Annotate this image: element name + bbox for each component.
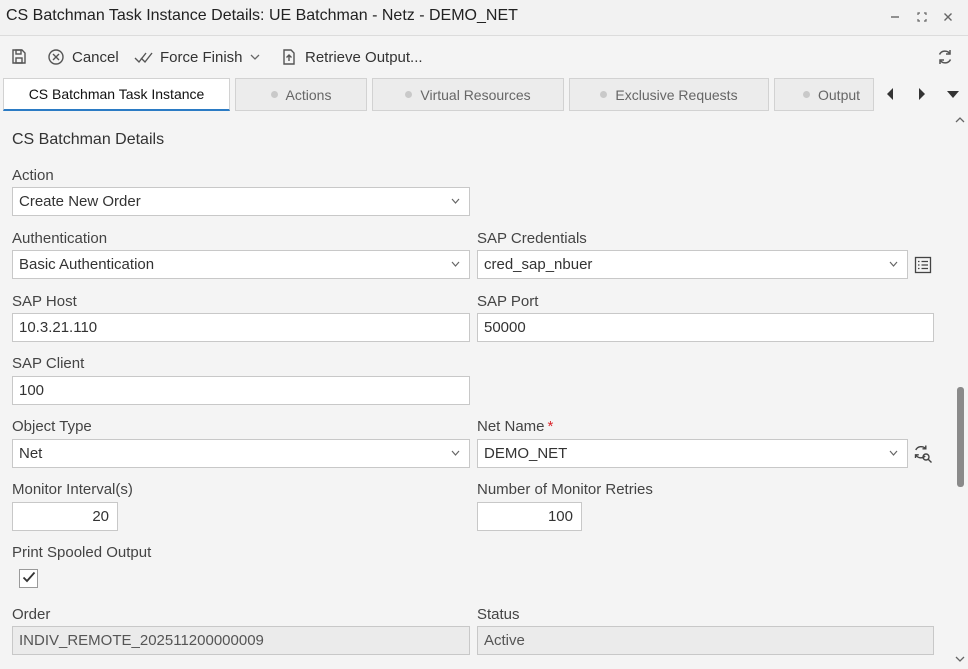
sap-client-value: 100 bbox=[19, 382, 45, 399]
sap-client-label: SAP Client bbox=[12, 355, 85, 372]
refresh-icon bbox=[935, 47, 955, 67]
checkmark-icon bbox=[22, 570, 36, 588]
monitor-interval-input[interactable]: 20 bbox=[12, 502, 118, 531]
monitor-retries-value: 100 bbox=[547, 508, 573, 525]
net-name-value: DEMO_NET bbox=[484, 445, 568, 462]
net-name-select[interactable]: DEMO_NET bbox=[477, 439, 908, 468]
sap-host-value: 10.3.21.110 bbox=[19, 319, 98, 336]
scroll-down-icon[interactable] bbox=[954, 653, 966, 665]
toolbar: Cancel Force Finish Retrieve Output... bbox=[0, 37, 968, 77]
object-type-value: Net bbox=[19, 445, 43, 462]
action-select[interactable]: Create New Order bbox=[12, 187, 470, 216]
monitor-retries-label: Number of Monitor Retries bbox=[477, 481, 653, 498]
net-name-label: Net Name * bbox=[477, 418, 553, 435]
action-value: Create New Order bbox=[19, 193, 141, 210]
title-bar: CS Batchman Task Instance Details: UE Ba… bbox=[0, 0, 968, 36]
retrieve-output-icon bbox=[279, 47, 299, 67]
authentication-value: Basic Authentication bbox=[19, 256, 155, 273]
sap-port-label: SAP Port bbox=[477, 293, 539, 310]
tab-menu-icon[interactable] bbox=[943, 84, 963, 104]
force-finish-button[interactable]: Force Finish bbox=[134, 45, 261, 69]
tab-cs-batchman-task-instance[interactable]: CS Batchman Task Instance bbox=[3, 78, 230, 111]
chevron-down-icon bbox=[249, 47, 261, 67]
cancel-icon bbox=[46, 47, 66, 67]
sap-credentials-label: SAP Credentials bbox=[477, 230, 587, 247]
save-button[interactable] bbox=[9, 45, 29, 69]
tab-output[interactable]: Output bbox=[774, 78, 874, 111]
monitor-retries-input[interactable]: 100 bbox=[477, 502, 582, 531]
chevron-down-icon bbox=[887, 446, 899, 460]
monitor-interval-label: Monitor Interval(s) bbox=[12, 481, 133, 498]
object-type-label: Object Type bbox=[12, 418, 92, 435]
chevron-down-icon bbox=[449, 446, 461, 460]
status-value: Active bbox=[484, 632, 525, 649]
object-type-select[interactable]: Net bbox=[12, 439, 470, 468]
status-label: Status bbox=[477, 606, 520, 623]
scroll-up-icon[interactable] bbox=[954, 114, 966, 126]
sap-client-input[interactable]: 100 bbox=[12, 376, 470, 405]
retrieve-output-label: Retrieve Output... bbox=[305, 48, 423, 66]
save-icon bbox=[9, 47, 29, 67]
authentication-select[interactable]: Basic Authentication bbox=[12, 250, 470, 279]
tab-dot-icon bbox=[405, 91, 413, 98]
details-panel: CS Batchman Details Action Create New Or… bbox=[0, 112, 950, 669]
force-finish-icon bbox=[134, 47, 154, 67]
sap-credentials-value: cred_sap_nbuer bbox=[484, 256, 593, 273]
section-title: CS Batchman Details bbox=[12, 131, 165, 148]
tab-virtual-resources[interactable]: Virtual Resources bbox=[372, 78, 564, 111]
tab-label: Virtual Resources bbox=[420, 86, 531, 103]
tab-label: Actions bbox=[285, 86, 332, 103]
order-value: INDIV_REMOTE_202511200000009 bbox=[19, 632, 264, 649]
tab-scroll-right-icon[interactable] bbox=[912, 84, 932, 104]
order-label: Order bbox=[12, 606, 51, 623]
authentication-label: Authentication bbox=[12, 230, 108, 247]
tab-dot-icon bbox=[270, 91, 278, 98]
tab-bar: CS Batchman Task Instance Actions Virtua… bbox=[0, 78, 968, 111]
tab-label: Exclusive Requests bbox=[615, 86, 738, 103]
tab-dot-icon bbox=[803, 91, 810, 98]
retrieve-output-button[interactable]: Retrieve Output... bbox=[279, 45, 423, 69]
minimize-icon[interactable] bbox=[884, 6, 906, 28]
sap-host-input[interactable]: 10.3.21.110 bbox=[12, 313, 470, 342]
cancel-label: Cancel bbox=[72, 48, 119, 66]
vertical-scrollbar[interactable] bbox=[952, 112, 968, 669]
sap-port-input[interactable]: 50000 bbox=[477, 313, 934, 342]
monitor-interval-value: 20 bbox=[92, 508, 109, 525]
print-spooled-output-label: Print Spooled Output bbox=[12, 544, 152, 561]
chevron-down-icon bbox=[449, 194, 461, 208]
refresh-button[interactable] bbox=[935, 45, 955, 69]
close-icon[interactable] bbox=[937, 6, 959, 28]
maximize-icon[interactable] bbox=[911, 6, 933, 28]
cancel-button[interactable]: Cancel bbox=[46, 45, 119, 69]
list-details-icon[interactable] bbox=[912, 254, 934, 276]
tab-actions[interactable]: Actions bbox=[235, 78, 367, 111]
action-label: Action bbox=[12, 167, 54, 184]
print-spooled-output-checkbox[interactable] bbox=[19, 569, 38, 588]
tab-exclusive-requests[interactable]: Exclusive Requests bbox=[569, 78, 769, 111]
window-title: CS Batchman Task Instance Details: UE Ba… bbox=[6, 7, 518, 24]
tab-dot-icon bbox=[600, 91, 608, 98]
search-refresh-icon[interactable] bbox=[912, 443, 934, 465]
sap-host-label: SAP Host bbox=[12, 293, 77, 310]
required-marker: * bbox=[547, 418, 554, 435]
scrollbar-thumb[interactable] bbox=[957, 387, 964, 487]
tab-label: CS Batchman Task Instance bbox=[28, 86, 205, 102]
tab-scroll-left-icon[interactable] bbox=[880, 84, 900, 104]
chevron-down-icon bbox=[449, 257, 461, 271]
tab-label: Output bbox=[818, 86, 861, 103]
status-field: Active bbox=[477, 626, 934, 655]
order-field: INDIV_REMOTE_202511200000009 bbox=[12, 626, 470, 655]
force-finish-label: Force Finish bbox=[160, 48, 243, 66]
sap-port-value: 50000 bbox=[484, 319, 526, 336]
net-name-label-text: Net Name bbox=[477, 418, 545, 435]
sap-credentials-select[interactable]: cred_sap_nbuer bbox=[477, 250, 908, 279]
chevron-down-icon bbox=[887, 257, 899, 271]
